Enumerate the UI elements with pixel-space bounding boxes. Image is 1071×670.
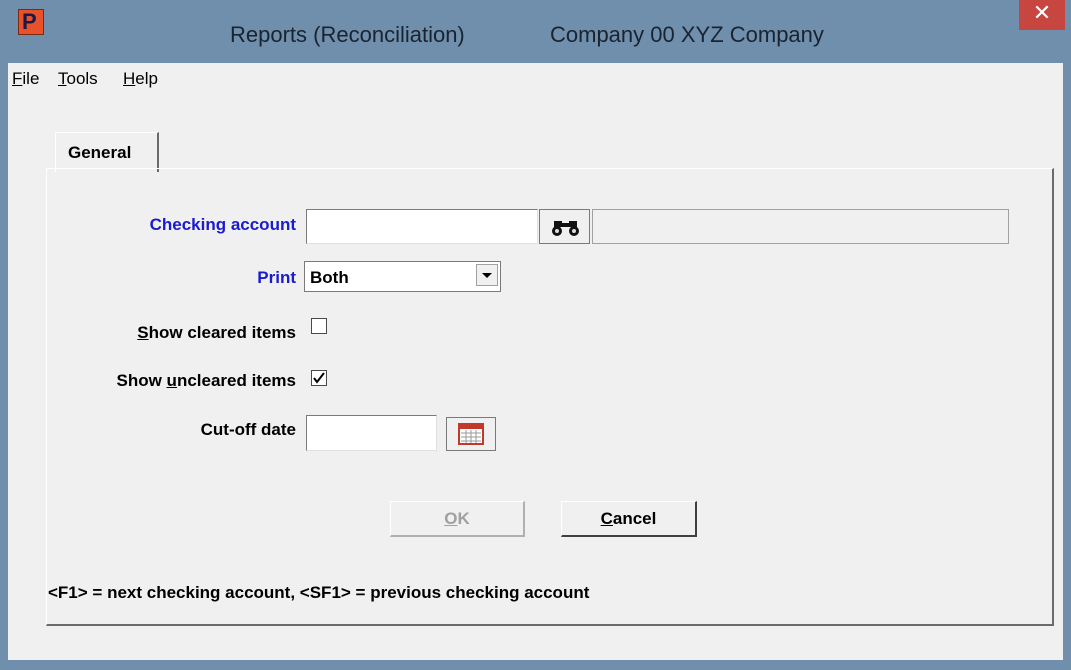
cancel-button[interactable]: Cancel [561,501,697,537]
menu-bar: File Tools Help [8,63,1063,93]
menu-file-accel: F [12,69,23,88]
checking-account-lookup-button[interactable] [539,209,590,244]
cutoff-date-label: Cut-off date [200,420,296,439]
menu-help-accel: H [123,69,136,88]
checking-account-label: Checking account [149,215,296,234]
show-cleared-accel: S [137,323,149,342]
menu-tools-label: ools [66,69,98,88]
window-title: Reports (Reconciliation) [230,22,465,47]
window-company: Company 00 XYZ Company [550,22,824,47]
menu-file-label: ile [22,69,40,88]
print-select-dropdown-button[interactable] [476,264,498,286]
checkmark-icon [313,372,325,384]
checking-account-input[interactable] [306,209,538,244]
show-uncleared-text: ncleared items [176,371,296,390]
chevron-down-icon [482,273,492,278]
ok-button[interactable]: OK [390,501,525,537]
ok-label: K [457,509,470,528]
tab-general-label: General [68,143,132,162]
calendar-icon [458,423,484,445]
menu-tools[interactable]: Tools [58,69,98,89]
show-cleared-checkbox[interactable] [311,318,327,334]
tab-general[interactable]: General [55,132,159,172]
app-icon-letter: P [22,9,37,34]
binoculars-icon [552,221,579,236]
menu-tools-accel: T [58,69,67,88]
print-select[interactable]: Both [304,261,501,292]
show-cleared-text: how cleared items [148,323,296,342]
cutoff-date-calendar-button[interactable] [446,417,496,451]
show-uncleared-prefix: Show [116,371,167,390]
show-uncleared-accel: u [166,371,177,390]
menu-file[interactable]: File [12,69,39,89]
app-logo-icon[interactable]: P [18,9,44,35]
close-icon: ✕ [1032,1,1052,26]
cutoff-date-input[interactable] [306,415,437,451]
checking-account-description [592,209,1009,244]
menu-help-label: elp [135,69,158,88]
show-cleared-label: Show cleared items [88,323,296,343]
close-button[interactable]: ✕ [1019,0,1065,30]
cancel-label: ancel [612,509,657,528]
title-bar[interactable]: P Reports (Reconciliation) Company 00 XY… [0,0,1071,63]
cancel-accel: C [600,509,613,528]
menu-help[interactable]: Help [123,69,158,89]
show-uncleared-checkbox[interactable] [311,370,327,386]
client-area: File Tools Help General Checking account [8,63,1063,660]
print-select-value: Both [310,268,349,287]
status-hint: <F1> = next checking account, <SF1> = pr… [48,583,590,602]
ok-accel: O [444,509,458,528]
app-window: P Reports (Reconciliation) Company 00 XY… [0,0,1071,670]
print-label: Print [257,268,296,287]
show-uncleared-label: Show uncleared items [68,371,296,391]
